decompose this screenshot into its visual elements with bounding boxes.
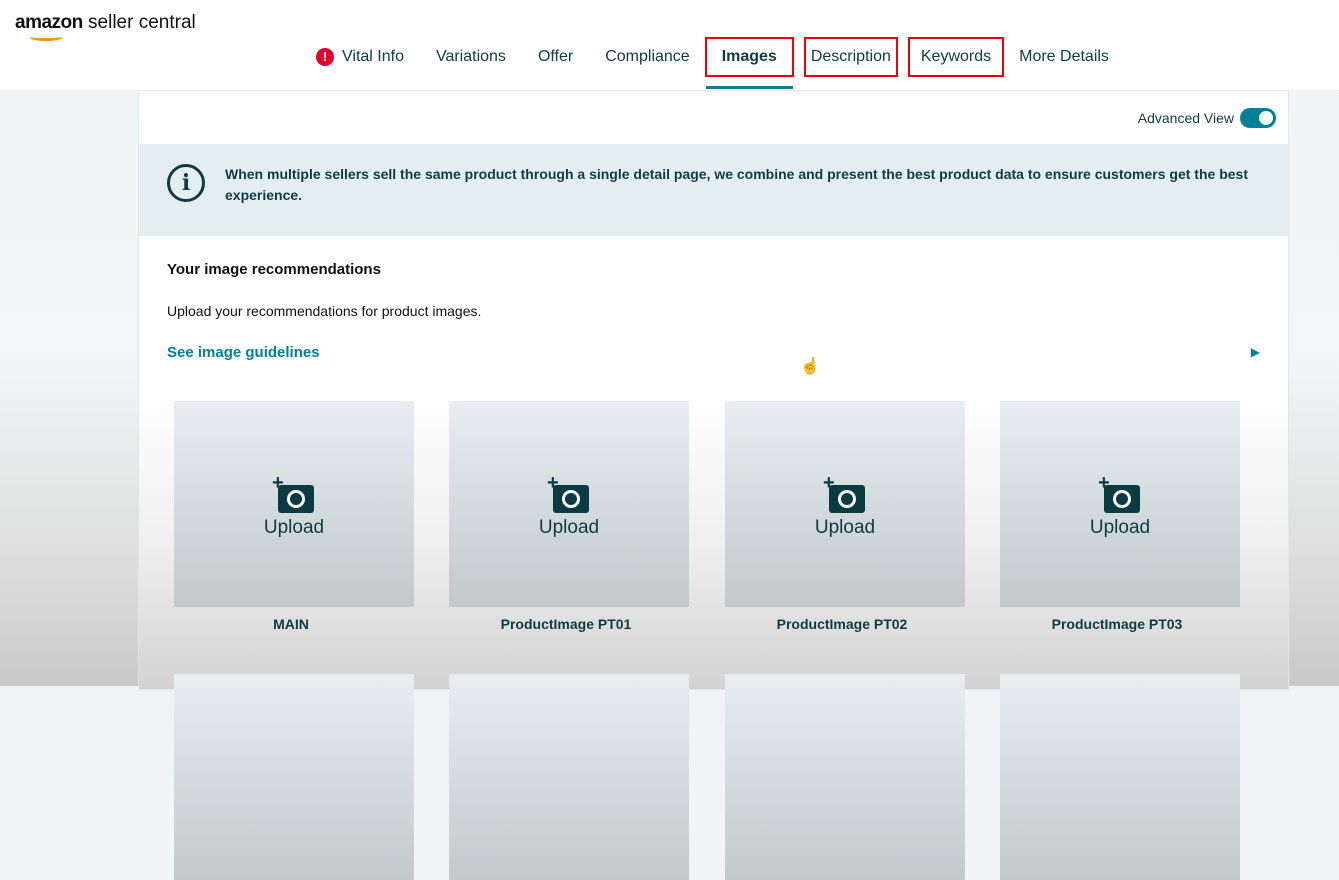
add-camera-icon: + [547, 473, 591, 515]
tab-more-details[interactable]: More Details [1003, 38, 1125, 76]
slot-label: MAIN [273, 616, 309, 632]
tab-offer[interactable]: Offer [522, 38, 589, 76]
info-text: When multiple sellers sell the same prod… [225, 166, 1248, 203]
amazon-seller-central-logo[interactable]: amazon seller central [15, 12, 196, 41]
slot-label: ProductImage PT03 [1051, 616, 1183, 632]
section-title: Your image recommendations [167, 261, 381, 278]
advanced-view-label: Advanced View [1137, 110, 1234, 126]
section-subtitle: Upload your recommendations for product … [167, 303, 482, 319]
info-icon: i [167, 164, 205, 202]
upload-slot[interactable] [449, 674, 689, 880]
upload-label: Upload [538, 517, 600, 538]
logo-brand: amazon [15, 12, 83, 33]
slot-label: ProductImage PT01 [500, 616, 632, 632]
info-banner: i When multiple sellers sell the same pr… [139, 144, 1288, 236]
images-card: Advanced View i When multiple sellers se… [138, 90, 1289, 880]
add-camera-icon: + [823, 473, 867, 515]
toggle-switch[interactable] [1240, 108, 1276, 128]
tab-keywords[interactable]: Keywords [907, 37, 1005, 77]
upload-label: Upload [263, 517, 325, 538]
expand-arrow-icon[interactable]: ▶ [1251, 345, 1260, 359]
upload-label: Upload [1089, 517, 1151, 538]
upload-slot-pt01[interactable]: + Upload [449, 401, 689, 607]
upload-label: Upload [814, 517, 876, 538]
tab-vital-info[interactable]: ! Vital Info [300, 38, 420, 76]
advanced-view-toggle[interactable]: Advanced View [1138, 108, 1276, 128]
tab-bar: ! Vital Info Variations Offer Compliance … [300, 37, 1125, 89]
tab-variations[interactable]: Variations [420, 38, 522, 76]
hand-cursor-icon: ☝ [800, 358, 820, 375]
upload-slot[interactable] [725, 674, 965, 880]
logo-product: seller central [88, 12, 196, 33]
upload-slot-pt03[interactable]: + Upload [1000, 401, 1240, 607]
image-guidelines-link[interactable]: See image guidelines [167, 344, 320, 361]
tab-description[interactable]: Description [803, 37, 898, 77]
slot-label: ProductImage PT02 [776, 616, 908, 632]
tab-label: Vital Info [342, 48, 404, 65]
upload-slot-pt02[interactable]: + Upload [725, 401, 965, 607]
upload-slot[interactable] [174, 674, 414, 880]
alert-icon: ! [316, 48, 334, 66]
upload-slot[interactable] [1000, 674, 1240, 880]
top-bar: amazon seller central ! Vital Info Variat… [0, 0, 1339, 90]
add-camera-icon: + [272, 473, 316, 515]
tab-compliance[interactable]: Compliance [589, 38, 705, 76]
tab-images[interactable]: Images [704, 37, 794, 89]
upload-slot-main[interactable]: + Upload [174, 401, 414, 607]
smile-icon [29, 33, 63, 41]
add-camera-icon: + [1098, 473, 1142, 515]
